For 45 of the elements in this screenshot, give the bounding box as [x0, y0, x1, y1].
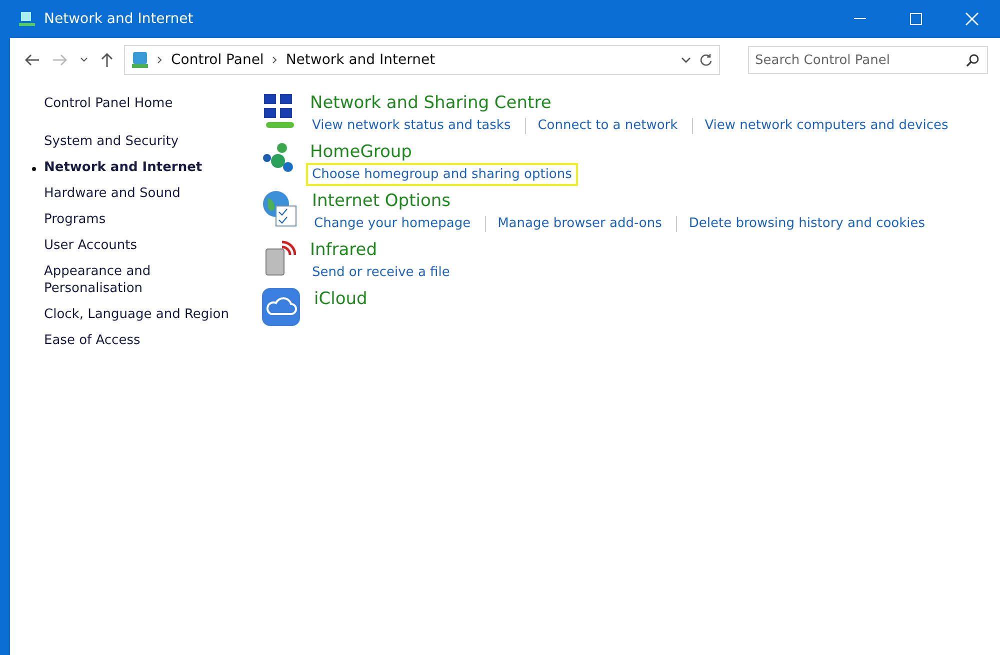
task-link[interactable]: View network computers and devices — [698, 114, 954, 137]
sidebar-item[interactable]: Clock, Language and Region — [44, 306, 234, 323]
homegroup-icon — [262, 141, 296, 175]
task-link[interactable]: Delete browsing history and cookies — [682, 212, 932, 235]
window-title: Network and Internet — [44, 11, 194, 27]
network-computer-icon — [18, 10, 36, 28]
control-panel-icon — [131, 51, 149, 69]
sidebar-item[interactable]: Programs — [44, 211, 234, 228]
sidebar-home-link[interactable]: Control Panel Home — [44, 96, 242, 111]
breadcrumb[interactable]: Network and Internet — [286, 52, 436, 68]
search-field[interactable]: Search Control Panel — [748, 46, 988, 74]
category-title[interactable]: Network and Sharing Centre — [310, 92, 954, 114]
sidebar-item[interactable]: Ease of Access — [44, 332, 234, 349]
globe-checklist-icon — [262, 190, 298, 228]
minimize-icon — [854, 18, 866, 20]
sidebar-item[interactable]: Hardware and Sound — [44, 185, 234, 202]
sidebar-item[interactable]: System and Security — [44, 133, 234, 150]
sidebar-item[interactable]: User Accounts — [44, 237, 234, 254]
task-link[interactable]: View network status and tasks — [306, 114, 517, 137]
caret-icon — [80, 57, 88, 63]
chevron-icon — [157, 56, 163, 64]
up-arrow-icon — [100, 52, 114, 68]
task-link[interactable]: Manage browser add-ons — [492, 212, 668, 235]
sidebar-item[interactable]: Network and Internet — [44, 159, 234, 176]
search-icon — [966, 53, 980, 67]
bullet-icon — [32, 167, 36, 171]
cloud-icon — [262, 288, 300, 326]
task-link[interactable]: Send or receive a file — [306, 261, 456, 284]
sidebar-item[interactable]: Appearance and Personalisation — [44, 263, 234, 297]
maximize-icon — [910, 13, 922, 25]
dropdown-icon[interactable] — [681, 57, 691, 63]
close-icon — [965, 12, 979, 26]
category-title[interactable]: Internet Options — [312, 190, 932, 212]
refresh-icon[interactable] — [699, 53, 713, 67]
back-arrow-icon — [24, 53, 40, 67]
task-link[interactable]: Connect to a network — [532, 114, 684, 137]
task-link[interactable]: Choose homegroup and sharing options — [306, 163, 578, 186]
chevron-icon — [272, 56, 278, 64]
address-bar[interactable]: Control Panel Network and Internet — [124, 45, 720, 75]
category-title[interactable]: HomeGroup — [310, 141, 578, 163]
task-link[interactable]: Change your homepage — [308, 212, 477, 235]
category-title[interactable]: iCloud — [314, 288, 368, 310]
category-title[interactable]: Infrared — [310, 239, 456, 261]
breadcrumb[interactable]: Control Panel — [171, 52, 264, 68]
forward-arrow-icon — [52, 53, 68, 67]
